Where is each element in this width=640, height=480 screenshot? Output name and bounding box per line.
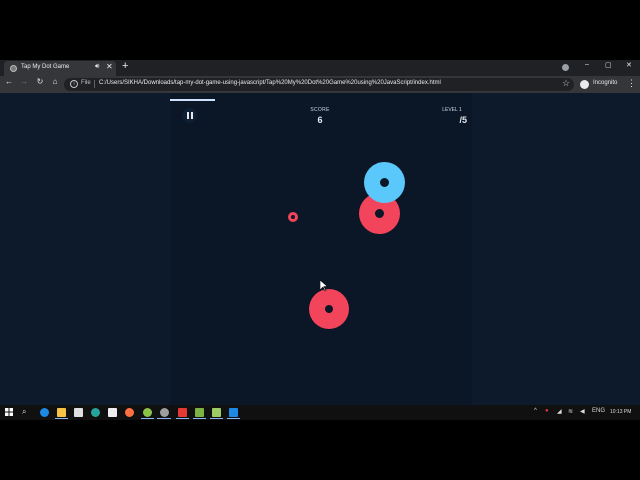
- tray-chevron-icon[interactable]: ^: [534, 408, 537, 414]
- wifi-icon[interactable]: ≋: [568, 408, 573, 415]
- language-indicator[interactable]: ENG: [592, 408, 605, 414]
- pause-button[interactable]: [182, 108, 197, 123]
- level-progress-bar: [170, 99, 215, 101]
- mouse-cursor-icon: [320, 280, 328, 292]
- menu-icon[interactable]: ⋮: [627, 78, 636, 89]
- star-icon[interactable]: ☆: [562, 78, 570, 89]
- info-icon[interactable]: i: [70, 80, 78, 88]
- active-indicator: [227, 418, 240, 419]
- active-indicator: [176, 418, 189, 419]
- score-label: SCORE: [310, 107, 330, 113]
- terminal-icon[interactable]: [178, 408, 187, 417]
- edge-new-icon[interactable]: [91, 408, 100, 417]
- incognito-icon: [580, 80, 589, 89]
- screen: Tap My Dot Game 🔊︎ ✕ + – ▢ ✕ ← → ↻ ⌂ i F…: [0, 0, 640, 480]
- incognito-label: Incognito: [593, 80, 618, 86]
- edge-icon[interactable]: [40, 408, 49, 417]
- active-indicator: [193, 418, 206, 419]
- reload-icon[interactable]: ↻: [35, 77, 45, 86]
- score-value: 6: [317, 115, 323, 125]
- game-area[interactable]: [170, 93, 472, 405]
- notepad-icon[interactable]: [195, 408, 204, 417]
- tab-close-icon[interactable]: ✕: [106, 62, 113, 71]
- maximize-button[interactable]: ▢: [605, 61, 612, 69]
- antivirus-icon[interactable]: ●: [545, 408, 549, 414]
- new-tab-button[interactable]: +: [122, 60, 128, 72]
- browser-tab[interactable]: Tap My Dot Game 🔊︎ ✕: [4, 61, 116, 76]
- store-icon[interactable]: [74, 408, 83, 417]
- dot-center: [325, 305, 333, 313]
- dot-center: [375, 209, 384, 218]
- media-control-icon[interactable]: [562, 64, 569, 71]
- url-text[interactable]: C:/Users/SIKHA/Downloads/tap-my-dot-game…: [99, 80, 441, 86]
- forward-icon[interactable]: →: [19, 77, 29, 86]
- active-indicator: [157, 418, 171, 419]
- firefox-icon[interactable]: [125, 408, 134, 417]
- tab-title: Tap My Dot Game: [21, 64, 70, 70]
- home-icon[interactable]: ⌂: [50, 77, 60, 86]
- dot-center: [291, 215, 295, 219]
- editor-icon[interactable]: [212, 408, 221, 417]
- chrome-icon[interactable]: [160, 408, 169, 417]
- file-label: File: [81, 80, 91, 86]
- speaker-icon[interactable]: 🔊︎: [95, 63, 99, 71]
- start-icon[interactable]: [5, 408, 13, 416]
- active-indicator: [55, 418, 68, 419]
- search-icon[interactable]: ⌕: [22, 407, 26, 417]
- calculator-icon[interactable]: [108, 408, 117, 417]
- back-icon[interactable]: ←: [4, 77, 14, 86]
- clock[interactable]: 10:13 PM: [610, 409, 631, 415]
- pause-icon: [191, 112, 193, 119]
- close-window-button[interactable]: ✕: [626, 61, 632, 69]
- level-label: LEVEL 1: [442, 107, 462, 113]
- network-icon[interactable]: ◢: [557, 408, 562, 415]
- app-icon[interactable]: [143, 408, 152, 417]
- pause-icon: [187, 112, 189, 119]
- minimize-button[interactable]: –: [585, 61, 589, 68]
- volume-icon[interactable]: ◀: [580, 408, 585, 415]
- level-value: /5: [459, 115, 467, 125]
- divider: [94, 80, 95, 88]
- active-indicator: [210, 418, 223, 419]
- vscode-icon[interactable]: [229, 408, 238, 417]
- file-explorer-icon[interactable]: [57, 408, 66, 417]
- favicon-icon: [10, 65, 17, 72]
- dot-center: [380, 178, 389, 187]
- active-indicator: [141, 418, 154, 419]
